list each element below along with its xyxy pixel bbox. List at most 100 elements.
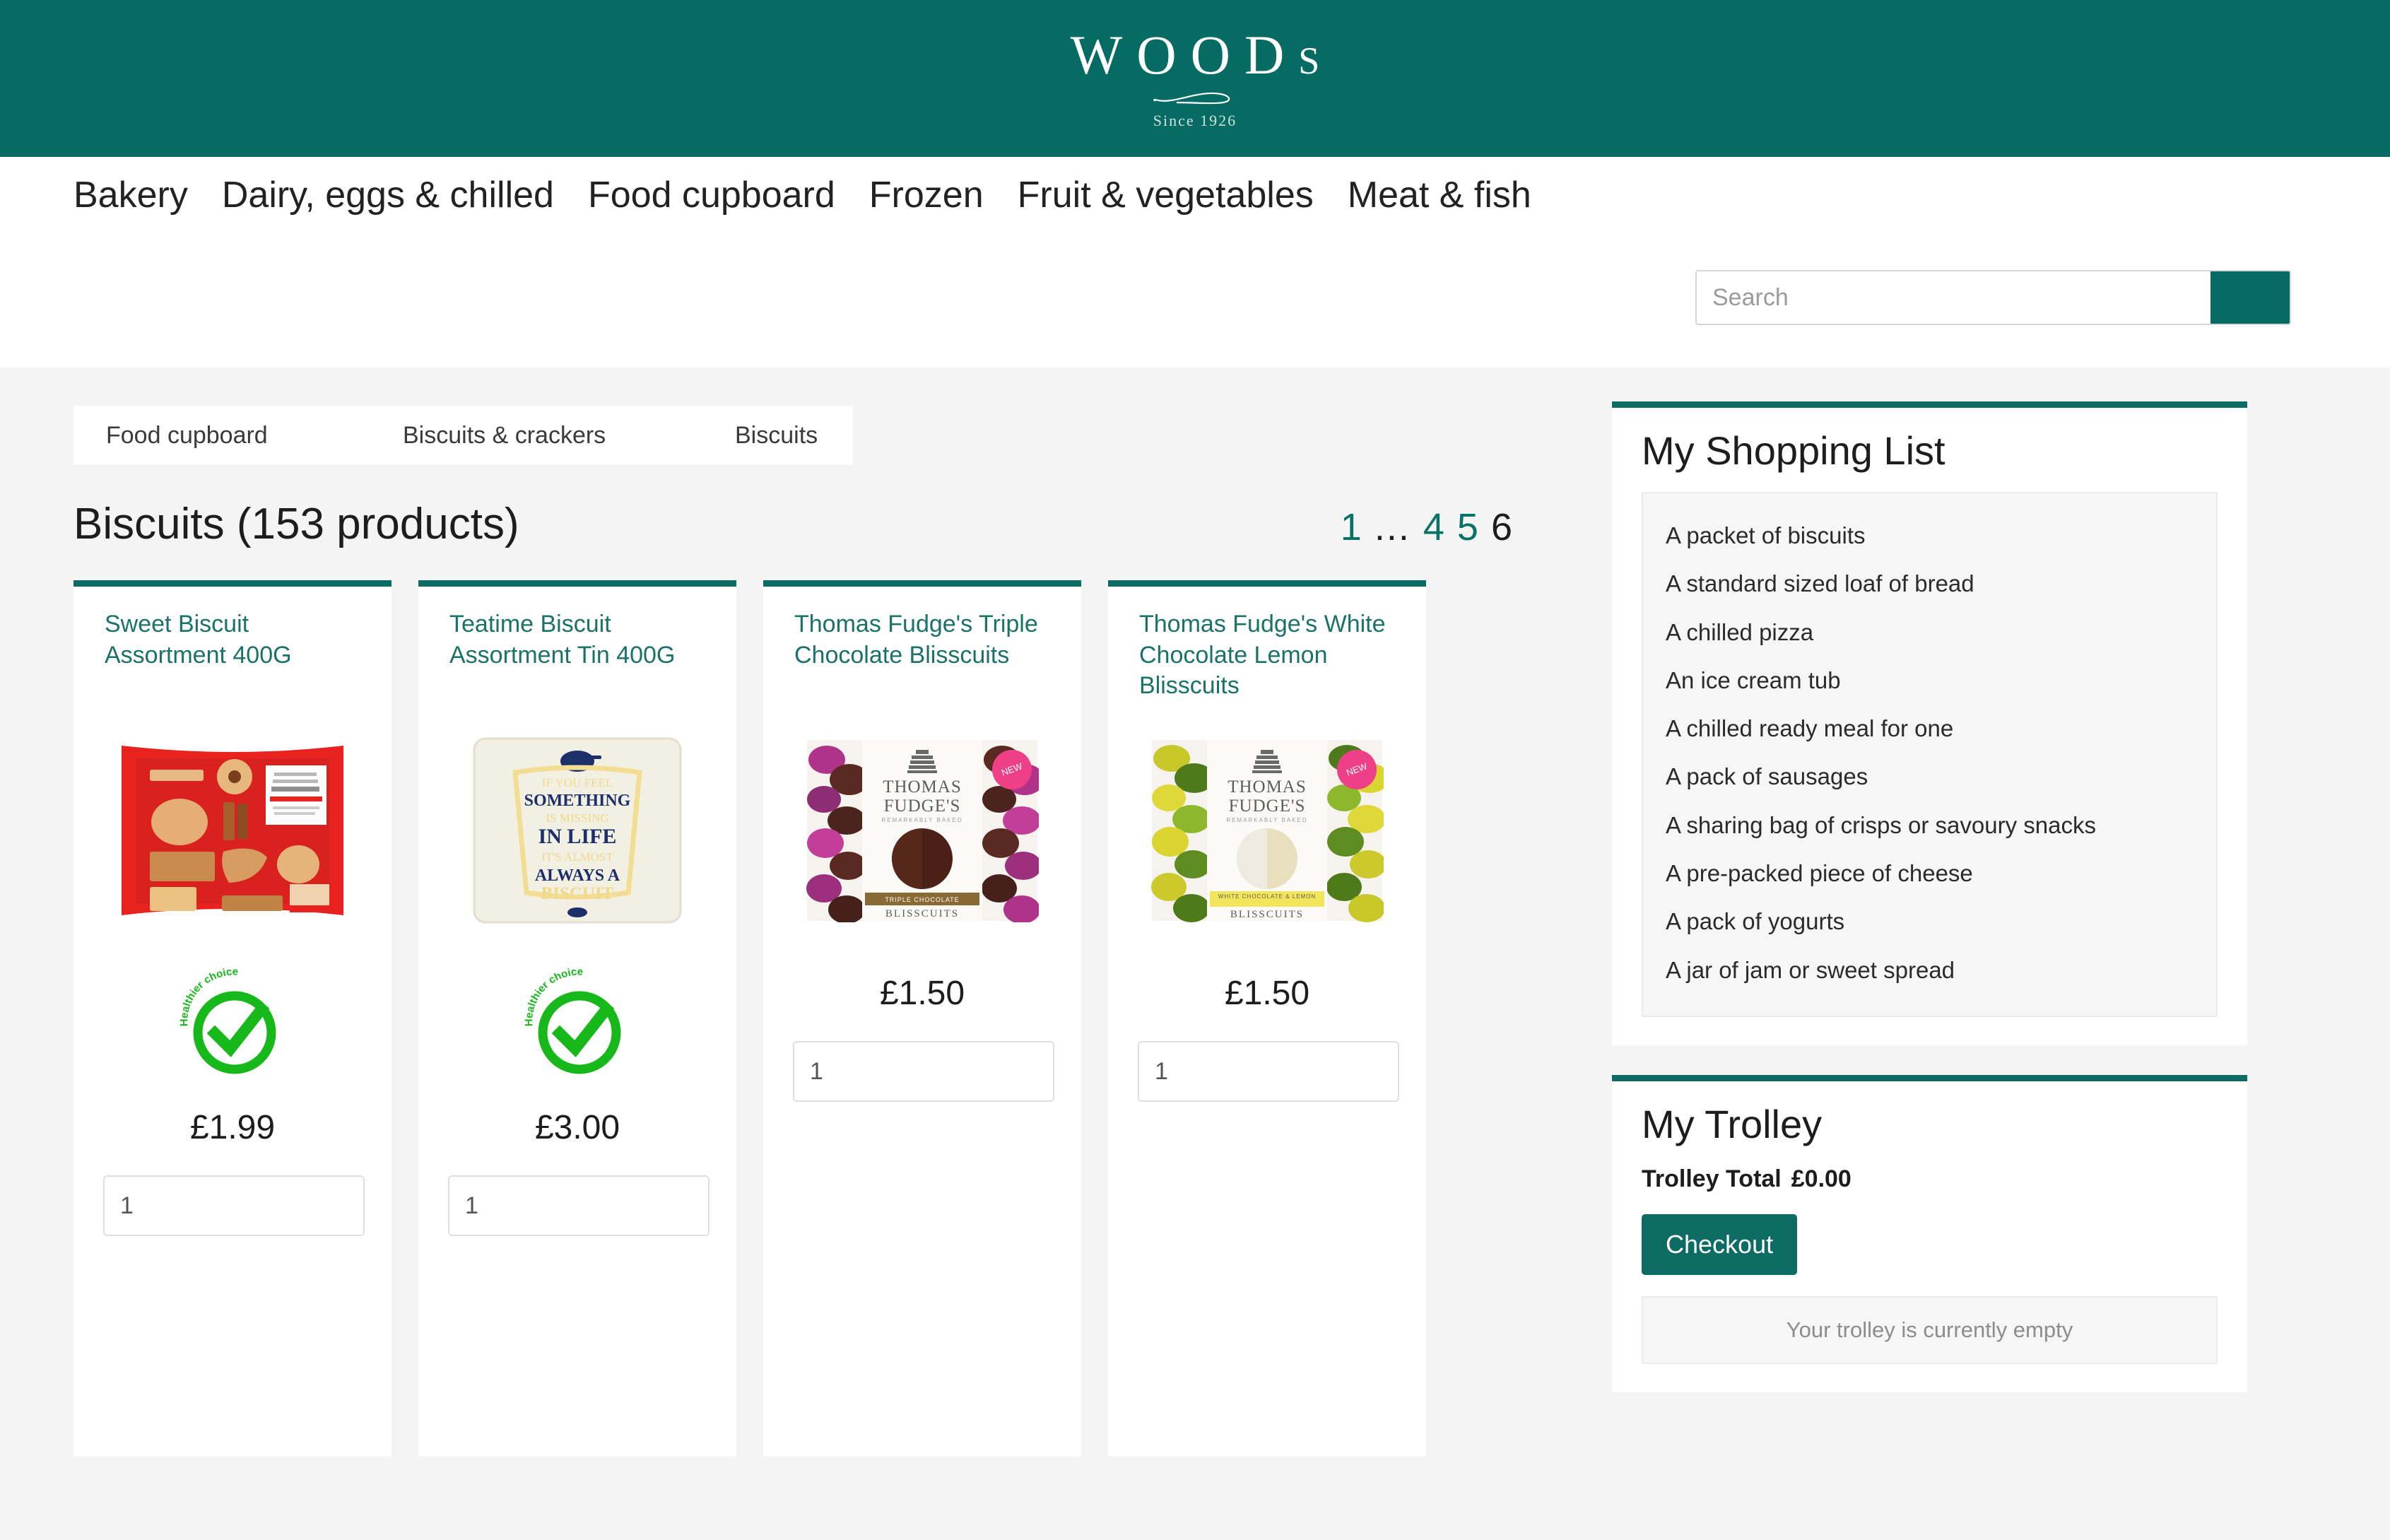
product-price: £3.00 [534,1109,620,1146]
pack-variant: WHITE CHOCOLATE & LEMON [1218,893,1316,900]
badge-placeholder [794,940,1050,968]
nav-item-fruit-vegetables[interactable]: Fruit & vegetables [1018,174,1314,216]
product-card[interactable]: Sweet Biscuit Assortment 400G Healthier … [73,580,392,1457]
nav-item-meat-fish[interactable]: Meat & fish [1348,174,1531,216]
tin-line-7: BISCUIT [541,884,614,903]
pack-variant: TRIPLE CHOCOLATE [885,896,959,903]
healthier-choice-badge: Healthier choice [449,940,705,1103]
logo-tagline: Since 1926 [1153,111,1237,129]
quantity-input[interactable] [1139,1042,1398,1100]
brand-logo[interactable]: WOODS Since 1926 [1056,23,1334,130]
red-biscuit-pack-image [122,746,343,915]
breadcrumb-item-biscuits[interactable]: Biscuits [702,422,818,449]
trolley-total-label: Trolley Total [1642,1165,1782,1192]
pack-brand-line2: FUDGE'S [884,797,961,816]
cream-tin-image: IF YOU FEEL SOMETHING IS MISSING IN LIFE… [473,737,682,924]
checkout-button[interactable]: Checkout [1642,1213,1798,1275]
tin-line-1: IF YOU FEEL [542,776,613,789]
shopping-list-box: A packet of biscuits A standard sized lo… [1642,492,2218,1017]
nav-item-frozen[interactable]: Frozen [869,174,984,216]
quantity-add-row: Add [794,1042,1053,1100]
tin-line-2: SOMETHING [524,792,631,810]
site-header: WOODS Since 1926 [0,0,2390,157]
pack-tagline: REMARKABLY BAKED [1226,817,1307,823]
shopping-list-panel: My Shopping List A packet of biscuits A … [1612,401,2247,1045]
list-item: A standard sized loaf of bread [1666,570,1974,597]
search-bar [1695,270,2291,325]
search-input[interactable] [1697,271,2211,324]
logo-wordmark: WOODS [1070,23,1334,86]
nav-item-bakery[interactable]: Bakery [73,174,188,216]
trolley-title: My Trolley [1642,1101,1823,1146]
listing-header: Biscuits (153 products) 1 ... 4 5 6 [73,499,1529,549]
pagination-page-4[interactable]: 4 [1423,505,1444,549]
list-item: A packet of biscuits [1666,522,1866,548]
badge-placeholder [1139,940,1395,968]
list-item: An ice cream tub [1666,666,1841,693]
breadcrumb-item-food-cupboard[interactable]: Food cupboard [73,422,370,449]
fudges-lemon-pack-image: THOMAS FUDGE'S REMARKABLY BAKED WHITE CH… [1151,740,1384,922]
product-image: IF YOU FEEL SOMETHING IS MISSING IN LIFE… [449,721,705,940]
nav-item-food-cupboard[interactable]: Food cupboard [588,174,835,216]
pack-type: BLISSCUITS [885,908,959,919]
list-item: A chilled pizza [1666,618,1814,645]
tin-line-3: IS MISSING [546,811,608,825]
sidebar-column: My Shopping List A packet of biscuits A … [1587,368,2318,1520]
quantity-add-row: Add [1139,1042,1398,1100]
pack-brand-line2: FUDGE'S [1229,797,1306,816]
list-item: A pack of sausages [1666,763,1868,790]
product-listing-column: Food cupboard Biscuits & crackers Biscui… [0,368,1587,1520]
product-card[interactable]: Teatime Biscuit Assortment Tin 400G IF Y… [418,580,736,1457]
page-title: Biscuits (153 products) [73,500,519,548]
trolley-panel: My Trolley Trolley Total £0.00 Checkout Y… [1612,1074,2247,1392]
product-image: THOMAS FUDGE'S REMARKABLY BAKED WHITE CH… [1139,721,1395,940]
list-item: A pre-packed piece of cheese [1666,860,1973,887]
quantity-add-row: Add [449,1177,708,1235]
search-button[interactable] [2211,271,2290,324]
product-title[interactable]: Teatime Biscuit Assortment Tin 400G [449,609,705,703]
list-item: A jar of jam or sweet spread [1666,956,1955,983]
quantity-input[interactable] [449,1177,708,1235]
pagination-current-page: 6 [1490,506,1512,548]
tin-line-4: IN LIFE [538,825,617,848]
product-image [105,721,360,940]
pack-brand-line1: THOMAS [883,777,962,797]
pagination-ellipsis: ... [1374,506,1411,548]
swoosh-icon [1153,92,1230,104]
pack-tagline: REMARKABLY BAKED [881,817,963,823]
fudges-chocolate-pack-image: THOMAS FUDGE'S REMARKABLY BAKED TRIPLE C… [806,740,1039,922]
breadcrumb: Food cupboard Biscuits & crackers Biscui… [73,406,853,465]
tin-line-5: IT'S ALMOST [541,850,613,864]
breadcrumb-item-biscuits-crackers[interactable]: Biscuits & crackers [370,422,702,449]
product-title[interactable]: Thomas Fudge's Triple Chocolate Blisscui… [794,609,1050,703]
pagination: 1 ... 4 5 6 [1341,505,1529,549]
product-title[interactable]: Sweet Biscuit Assortment 400G [105,609,360,703]
product-card[interactable]: Thomas Fudge's Triple Chocolate Blisscui… [763,580,1081,1457]
quantity-input[interactable] [794,1042,1053,1100]
quantity-input[interactable] [105,1177,363,1235]
nav-item-dairy-eggs-chilled[interactable]: Dairy, eggs & chilled [222,174,554,216]
pack-type: BLISSCUITS [1230,909,1304,920]
main-navigation: Bakery Dairy, eggs & chilled Food cupboa… [0,174,2390,216]
healthier-choice-badge: Healthier choice [105,940,360,1103]
list-item: A pack of yogurts [1666,908,1845,935]
product-card[interactable]: Thomas Fudge's White Chocolate Lemon Bli… [1108,580,1426,1457]
tin-line-6: ALWAYS A [535,866,620,885]
healthier-choice-icon: Healthier choice [178,965,276,1074]
list-item: A sharing bag of crisps or savoury snack… [1666,811,2096,838]
pagination-page-1[interactable]: 1 [1341,505,1362,549]
trolley-total-amount: £0.00 [1791,1165,1852,1192]
trolley-empty-message: Your trolley is currently empty [1642,1295,2218,1364]
healthier-choice-icon: Healthier choice [523,965,620,1074]
product-price: £1.50 [879,975,965,1012]
product-price: £1.50 [1224,975,1310,1012]
pagination-page-5[interactable]: 5 [1457,505,1478,549]
product-price: £1.99 [189,1109,276,1146]
product-title[interactable]: Thomas Fudge's White Chocolate Lemon Bli… [1139,609,1395,703]
product-image: THOMAS FUDGE'S REMARKABLY BAKED TRIPLE C… [794,721,1050,940]
shopping-list-title: My Shopping List [1642,428,1945,473]
list-item: A chilled ready meal for one [1666,715,1954,742]
quantity-add-row: Add [105,1177,363,1235]
footer-strip [0,1520,2390,1540]
pack-brand-line1: THOMAS [1228,777,1307,797]
